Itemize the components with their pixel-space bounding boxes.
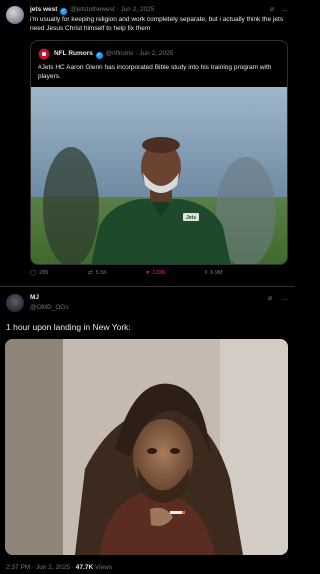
coach-photo: Jets	[31, 87, 287, 264]
author-name[interactable]: MJ	[30, 294, 39, 301]
author-name: NFL Rumors	[54, 50, 93, 57]
tweet-photo[interactable]	[5, 339, 288, 555]
grok-icon[interactable]: ⌀	[268, 295, 272, 302]
repost-button[interactable]: ⇄ 5.5K	[88, 270, 107, 276]
tweet-timestamp: 2:37 PM · Jun 2, 2025 · 47.7K Views	[6, 564, 112, 571]
divider	[0, 286, 295, 287]
quoted-tweet-header: NFL Rumors ✓ @nflrums · Jun 2, 2025	[54, 50, 173, 59]
heart-icon: ♥	[146, 270, 150, 276]
view-count: 47.7K	[75, 564, 94, 571]
more-options-icon[interactable]: …	[282, 295, 289, 302]
author-handle[interactable]: @OMD_OGs	[30, 304, 69, 311]
like-button[interactable]: ♥ 120K	[146, 270, 165, 276]
tweet-actions: ⌀ …	[264, 5, 289, 13]
tweet-date[interactable]: Jun 2, 2025	[36, 564, 70, 571]
shirt-logo: Jets	[186, 215, 196, 221]
tweet-date[interactable]: Jun 2, 2025	[120, 6, 154, 13]
views-button[interactable]: ‖ 6.9M	[205, 270, 223, 276]
separator-dot: ·	[71, 564, 74, 571]
separator-dot: ·	[135, 50, 138, 57]
grok-icon[interactable]: ⌀	[270, 6, 274, 13]
quoted-tweet-photo[interactable]: Jets	[31, 87, 287, 264]
reply-icon: ◯	[30, 270, 37, 276]
avatar	[38, 48, 50, 60]
quoted-tweet-text: #Jets HC Aaron Glenn has incorporated Bi…	[38, 64, 272, 80]
view-count: 6.9M	[210, 270, 223, 276]
avatar[interactable]	[6, 6, 24, 24]
parent-tweet[interactable]: jets west ✓ @jetstothewest · Jun 2, 2025…	[0, 0, 295, 286]
tweet-header: jets west ✓ @jetstothewest · Jun 2, 2025	[30, 6, 154, 15]
tweet-text: i'm usually for keeping religion and wor…	[30, 16, 284, 32]
repost-icon: ⇄	[88, 270, 93, 276]
author-handle: @nflrums	[105, 50, 134, 57]
jesus-painting-image	[5, 339, 288, 555]
verified-badge-icon: ✓	[60, 8, 68, 15]
avatar[interactable]	[6, 294, 24, 312]
verified-badge-icon: ✓	[95, 52, 103, 59]
quoted-tweet-card[interactable]: NFL Rumors ✓ @nflrums · Jun 2, 2025 #Jet…	[30, 40, 288, 265]
separator-dot: ·	[32, 564, 35, 571]
author-name[interactable]: jets west	[30, 6, 57, 13]
tweet-time[interactable]: 2:37 PM	[6, 564, 30, 571]
reply-count: 289	[39, 270, 49, 276]
tweet-date: Jun 2, 2025	[139, 50, 174, 57]
author-handle[interactable]: @jetstothewest	[70, 6, 115, 13]
tweet-actions: ⌀ …	[260, 294, 289, 302]
separator-dot: ·	[116, 6, 119, 13]
more-options-icon[interactable]: …	[282, 6, 289, 13]
reply-button[interactable]: ◯ 289	[30, 270, 48, 276]
like-count: 120K	[152, 270, 166, 276]
tweet-text: 1 hour upon landing in New York:	[6, 322, 131, 332]
views-label: Views	[94, 564, 113, 571]
repost-count: 5.5K	[95, 270, 107, 276]
views-icon: ‖	[205, 270, 208, 276]
